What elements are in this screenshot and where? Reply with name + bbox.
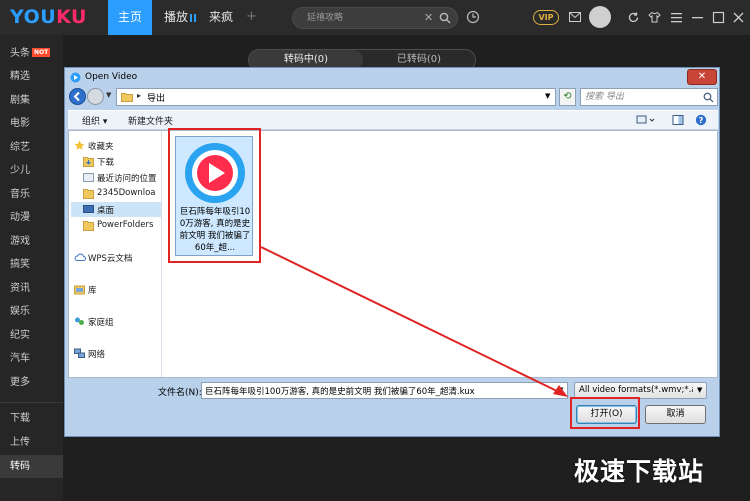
watermark: 极速下载站 xyxy=(574,457,705,486)
annotation-arrow xyxy=(260,246,568,397)
